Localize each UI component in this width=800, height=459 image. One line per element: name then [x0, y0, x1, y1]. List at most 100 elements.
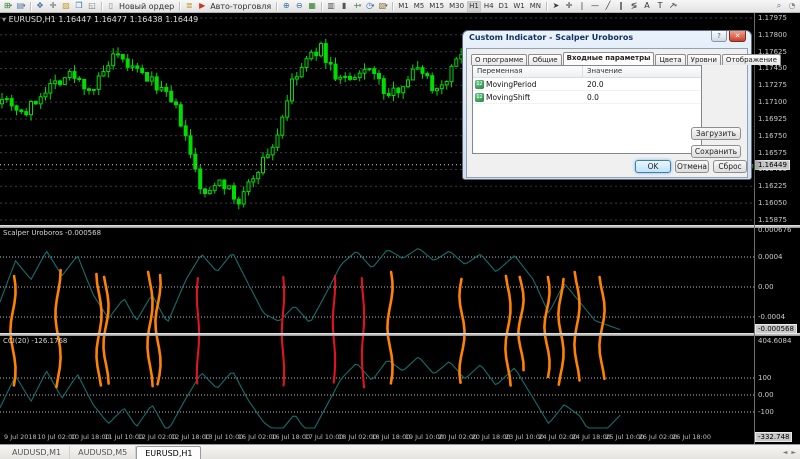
price-axis-label: 1.17800: [758, 31, 787, 39]
reset-button[interactable]: Сброс: [713, 160, 747, 173]
dialog-help-button[interactable]: ?: [711, 31, 727, 42]
channel-button[interactable]: ∥: [615, 1, 627, 12]
auto-trading-button-label[interactable]: Авто-торговля: [210, 2, 271, 11]
timeframe-h4-button[interactable]: H4: [482, 1, 496, 12]
price-scale-border: [754, 13, 755, 444]
price-axis-label: 1.17450: [758, 64, 787, 72]
zoom-in-button[interactable]: ⊕: [280, 1, 292, 12]
scalper-window-label: Scalper Uroboros -0.000568: [3, 229, 101, 237]
param-value[interactable]: 0.0: [583, 93, 599, 102]
dialog-close-button[interactable]: ✕: [729, 31, 746, 42]
new-window-button[interactable]: ❒: [73, 1, 85, 12]
timeframe-m5-button[interactable]: M5: [412, 1, 427, 12]
cancel-button[interactable]: Отмена: [675, 160, 709, 173]
cursor-button[interactable]: ➤: [550, 1, 562, 12]
main-toolbar: ⊞▾▤▾✥✛▨❒◱▯Новый ордер≣▶Авто-торговля⊕⊖▦▥…: [0, 0, 800, 13]
scalper-value-box: -0.000568: [755, 324, 797, 334]
save-button[interactable]: Сохранить: [691, 145, 741, 158]
dialog-tab-2[interactable]: Общие: [528, 54, 561, 65]
tile-windows-button[interactable]: ▦: [306, 1, 318, 12]
dialog-tab-1[interactable]: О программе: [471, 54, 527, 65]
dialog-title: Custom Indicator - Scalper Uroboros: [469, 33, 633, 42]
window-preview-button[interactable]: ◱: [86, 1, 98, 12]
dialog-tab-5[interactable]: Уровни: [687, 54, 721, 65]
timeframe-m30-button[interactable]: M30: [447, 1, 466, 12]
current-price-box: 1.16449: [755, 160, 790, 170]
price-axis-label: 1.16575: [758, 149, 787, 157]
price-axis-label: 1.16925: [758, 115, 787, 123]
indicators-button[interactable]: +▾: [351, 1, 363, 12]
auto-trading-button[interactable]: ▶: [196, 1, 208, 12]
chart-tabbar: AUDUSD,M1AUDUSD,M5EURUSD,H1 ◄►: [0, 444, 800, 459]
expert-advisors-button[interactable]: ≣: [183, 1, 195, 12]
indicator-dialog: Custom Indicator - Scalper Uroboros ? ✕ …: [462, 30, 752, 180]
signal-lines-overlay: [0, 228, 754, 444]
indicator-axis-label: 0.00: [758, 283, 774, 291]
fibonacci-button[interactable]: ≶: [628, 1, 640, 12]
community-icon[interactable]: ◔: [786, 1, 798, 12]
timeframe-m1-button[interactable]: M1: [396, 1, 411, 12]
objects-list-button[interactable]: ▨: [60, 1, 72, 12]
indicator-axis-label: -100: [758, 408, 774, 416]
timeframe-m15-button[interactable]: M15: [427, 1, 446, 12]
indicator-axis-label: 0.000676: [758, 226, 791, 234]
window-separator[interactable]: [0, 225, 800, 228]
indicator-axis-label: -0.0004: [758, 313, 785, 321]
dialog-tab-4[interactable]: Цвета: [655, 54, 685, 65]
new-order-button[interactable]: ▯: [105, 1, 117, 12]
zoom-out-button[interactable]: ⊖: [293, 1, 305, 12]
new-chart-button[interactable]: ⊞▾: [2, 1, 14, 12]
parameters-list[interactable]: Переменная Значение 12MovingPeriod20.012…: [472, 65, 702, 154]
chart-tab-audusd-m1[interactable]: AUDUSD,M1: [4, 446, 70, 459]
candlestick-chart-button[interactable]: ▮: [338, 1, 350, 12]
vertical-line-button[interactable]: |: [576, 1, 588, 12]
timeframe-d1-button[interactable]: D1: [497, 1, 511, 12]
timeframe-h1-button[interactable]: H1: [467, 1, 481, 12]
column-variable: Переменная: [473, 66, 583, 77]
profiles-button[interactable]: ▤▾: [15, 1, 27, 12]
dialog-tab-6[interactable]: Отображение: [722, 54, 781, 65]
toolbar-separator: [276, 2, 277, 11]
one-click-trading-icon[interactable]: ▾: [2, 15, 6, 24]
dialog-tab-strip: О программеОбщиеВходные параметрыЦветаУр…: [471, 51, 782, 65]
time-axis-label: 26 Jul 18:00: [672, 433, 711, 441]
cci-window-label: CCI(20) -126.1768: [3, 337, 67, 345]
crosshair-tool-button[interactable]: ✛: [563, 1, 575, 12]
window-separator[interactable]: [0, 333, 800, 336]
templates-button[interactable]: ▧▾: [377, 1, 389, 12]
parameter-row[interactable]: 12MovingPeriod20.0: [473, 78, 701, 91]
bar-chart-button[interactable]: ▥: [325, 1, 337, 12]
horizontal-line-button[interactable]: —: [589, 1, 601, 12]
parameter-row[interactable]: 12MovingShift0.0: [473, 91, 701, 104]
toolbar-separator: [101, 2, 102, 11]
crosshair-button[interactable]: ✛: [47, 1, 59, 12]
text-button[interactable]: A: [641, 1, 653, 12]
tab-scroll-right-icon[interactable]: ►: [791, 449, 796, 456]
search-icon[interactable]: ⌕: [773, 1, 785, 12]
price-axis-label: 1.16750: [758, 132, 787, 140]
param-value[interactable]: 20.0: [583, 80, 604, 89]
toolbar-separator: [321, 2, 322, 11]
timeframe-mn-button[interactable]: MN: [528, 1, 543, 12]
periods-button[interactable]: ◷▾: [364, 1, 376, 12]
trendline-button[interactable]: ╱: [602, 1, 614, 12]
chart-tab-audusd-m5[interactable]: AUDUSD,M5: [70, 446, 136, 459]
timeframe-w1-button[interactable]: W1: [511, 1, 526, 12]
new-order-button-label[interactable]: Новый ордер: [119, 2, 174, 11]
price-axis-label: 1.16050: [758, 199, 787, 207]
price-axis-label: 1.17100: [758, 98, 787, 106]
param-name: MovingPeriod: [486, 80, 536, 89]
param-name: MovingShift: [486, 93, 530, 102]
dialog-tab-3[interactable]: Входные параметры: [563, 52, 655, 65]
price-axis-label: 1.16225: [758, 182, 787, 190]
tab-scroll-left-icon[interactable]: ◄: [783, 449, 788, 456]
arrows-button[interactable]: ↗▾: [667, 1, 679, 12]
ok-button[interactable]: OK: [635, 160, 671, 173]
chart-shift-button[interactable]: ✥: [34, 1, 46, 12]
chart-tab-eurusd-h1[interactable]: EURUSD,H1: [136, 446, 201, 459]
text-label-button[interactable]: T: [654, 1, 666, 12]
toolbar-separator: [546, 2, 547, 11]
cci-value-box: -332.748: [755, 432, 792, 442]
load-button[interactable]: Загрузить: [691, 127, 741, 140]
column-value: Значение: [583, 66, 626, 77]
